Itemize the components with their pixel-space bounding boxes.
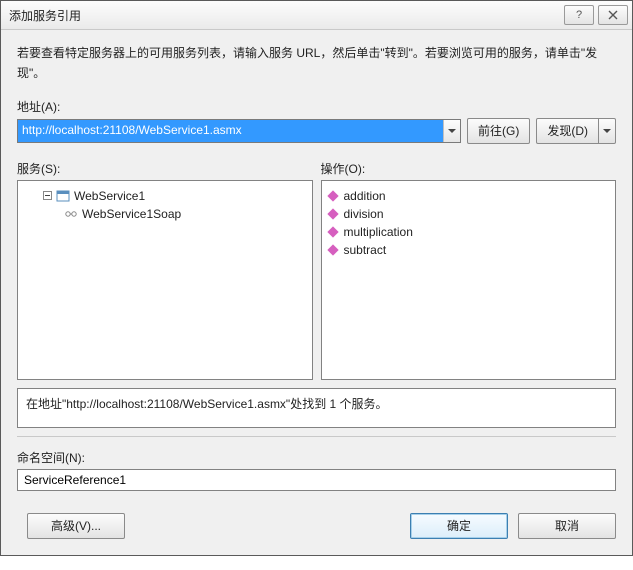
namespace-label: 命名空间(N): bbox=[17, 449, 616, 466]
discover-dropdown[interactable] bbox=[599, 118, 616, 144]
list-item[interactable]: addition bbox=[324, 187, 614, 205]
address-value[interactable]: http://localhost:21108/WebService1.asmx bbox=[18, 120, 443, 142]
help-button[interactable]: ? bbox=[564, 5, 594, 25]
tree-item-label: WebService1Soap bbox=[82, 207, 181, 221]
address-label: 地址(A): bbox=[17, 98, 616, 115]
operations-label: 操作(O): bbox=[321, 160, 617, 177]
soap-endpoint-icon bbox=[64, 207, 78, 221]
operation-icon bbox=[326, 189, 340, 203]
discover-split-button: 发现(D) bbox=[536, 118, 616, 144]
status-box: 在地址"http://localhost:21108/WebService1.a… bbox=[17, 388, 616, 428]
services-column: 服务(S): WebService1 bbox=[17, 160, 313, 380]
advanced-button[interactable]: 高级(V)... bbox=[27, 513, 125, 539]
service-icon bbox=[56, 189, 70, 203]
list-item[interactable]: multiplication bbox=[324, 223, 614, 241]
divider bbox=[17, 436, 616, 437]
close-button[interactable] bbox=[598, 5, 628, 25]
operation-label: division bbox=[344, 207, 384, 221]
discover-button[interactable]: 发现(D) bbox=[536, 118, 599, 144]
services-label: 服务(S): bbox=[17, 160, 313, 177]
operations-list[interactable]: addition division multiplication subtrac… bbox=[321, 180, 617, 380]
operation-label: addition bbox=[344, 189, 386, 203]
operation-label: subtract bbox=[344, 243, 387, 257]
list-item[interactable]: subtract bbox=[324, 241, 614, 259]
window-title: 添加服务引用 bbox=[9, 7, 560, 24]
namespace-input[interactable] bbox=[17, 469, 616, 491]
operation-icon bbox=[326, 243, 340, 257]
operation-label: multiplication bbox=[344, 225, 413, 239]
dialog-body: 若要查看特定服务器上的可用服务列表，请输入服务 URL，然后单击"转到"。若要浏… bbox=[1, 30, 632, 555]
ok-button[interactable]: 确定 bbox=[410, 513, 508, 539]
tree-item-label: WebService1 bbox=[74, 189, 145, 203]
tree-row[interactable]: WebService1 bbox=[20, 187, 310, 205]
footer-row: 高级(V)... 确定 取消 bbox=[17, 513, 616, 539]
operation-icon bbox=[326, 207, 340, 221]
panes-row: 服务(S): WebService1 bbox=[17, 160, 616, 380]
list-item[interactable]: division bbox=[324, 205, 614, 223]
cancel-button[interactable]: 取消 bbox=[518, 513, 616, 539]
operations-column: 操作(O): addition division multiplication bbox=[321, 160, 617, 380]
instructions-text: 若要查看特定服务器上的可用服务列表，请输入服务 URL，然后单击"转到"。若要浏… bbox=[17, 44, 616, 84]
operation-icon bbox=[326, 225, 340, 239]
titlebar: 添加服务引用 ? bbox=[1, 0, 632, 30]
address-dropdown-icon[interactable] bbox=[443, 120, 460, 142]
services-tree[interactable]: WebService1 WebService1Soap bbox=[17, 180, 313, 380]
status-text: 在地址"http://localhost:21108/WebService1.a… bbox=[26, 397, 388, 411]
address-row: http://localhost:21108/WebService1.asmx … bbox=[17, 118, 616, 144]
tree-row[interactable]: WebService1Soap bbox=[20, 205, 310, 223]
address-combo[interactable]: http://localhost:21108/WebService1.asmx bbox=[17, 119, 461, 143]
expander-icon[interactable] bbox=[42, 191, 52, 200]
dialog-add-service-reference: 添加服务引用 ? 若要查看特定服务器上的可用服务列表，请输入服务 URL，然后单… bbox=[0, 0, 633, 556]
go-button[interactable]: 前往(G) bbox=[467, 118, 530, 144]
